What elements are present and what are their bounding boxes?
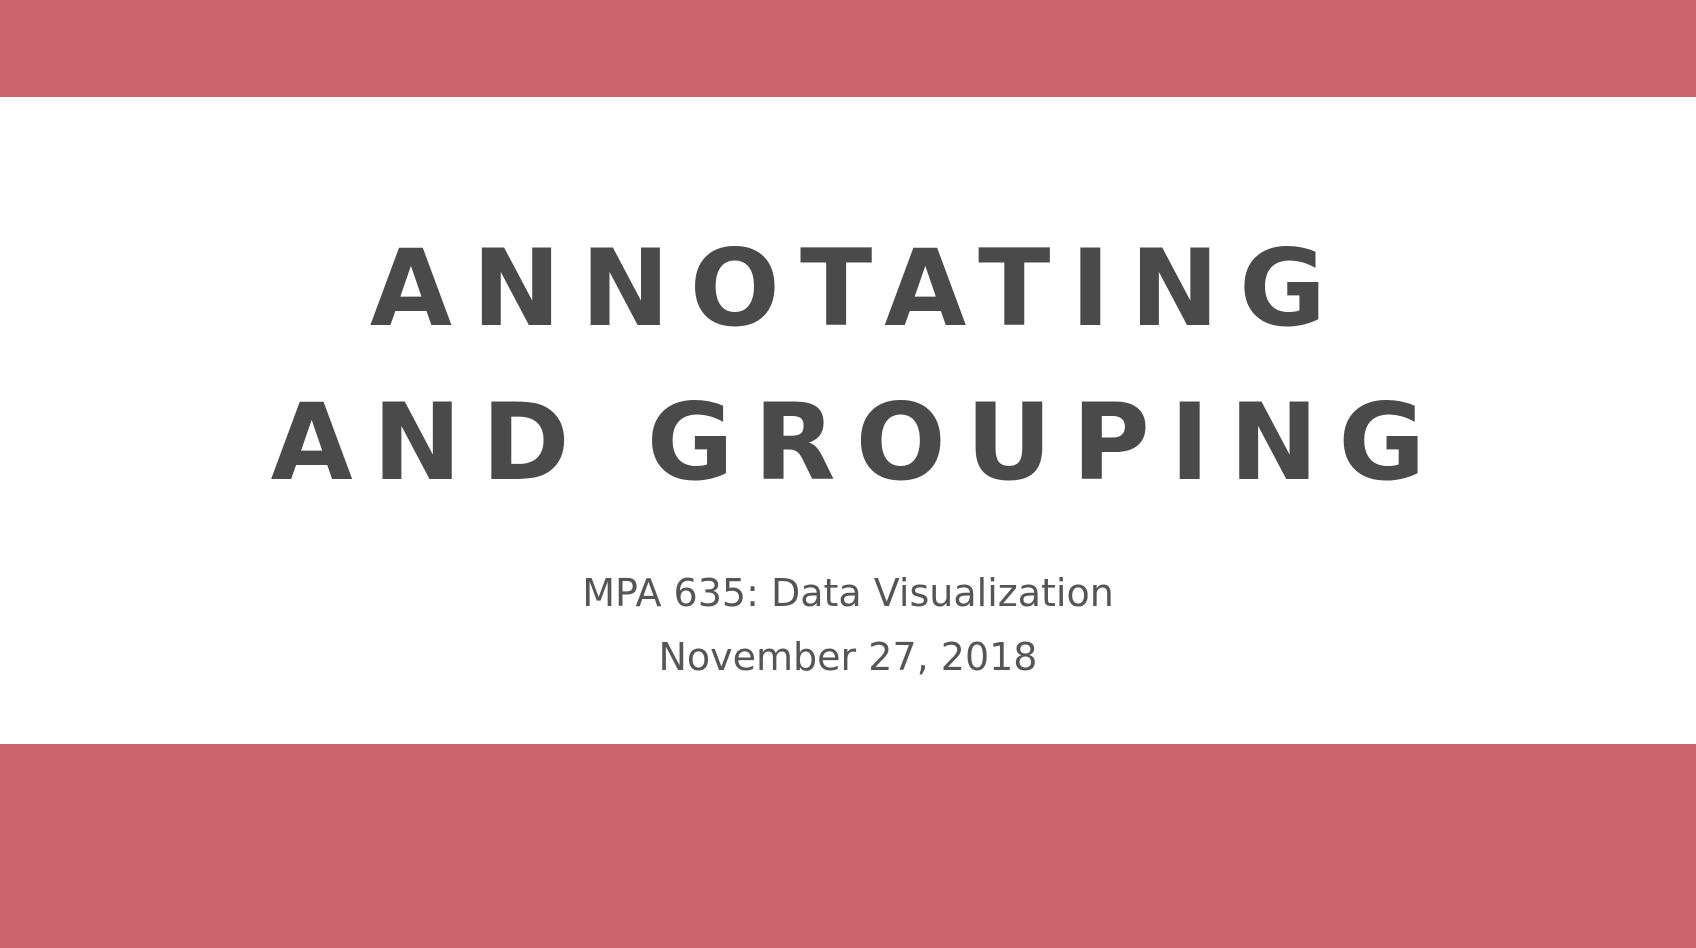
slide-title-line-1: ANNOTATING <box>369 227 1347 350</box>
course-subtitle: MPA 635: Data Visualization <box>582 571 1114 615</box>
slide-title-line-2: AND GROUPING <box>270 381 1446 504</box>
slide-date: November 27, 2018 <box>658 635 1038 679</box>
title-slide: ANNOTATING AND GROUPING MPA 635: Data Vi… <box>0 0 1696 948</box>
top-color-band <box>0 0 1696 97</box>
bottom-color-band <box>0 744 1696 948</box>
